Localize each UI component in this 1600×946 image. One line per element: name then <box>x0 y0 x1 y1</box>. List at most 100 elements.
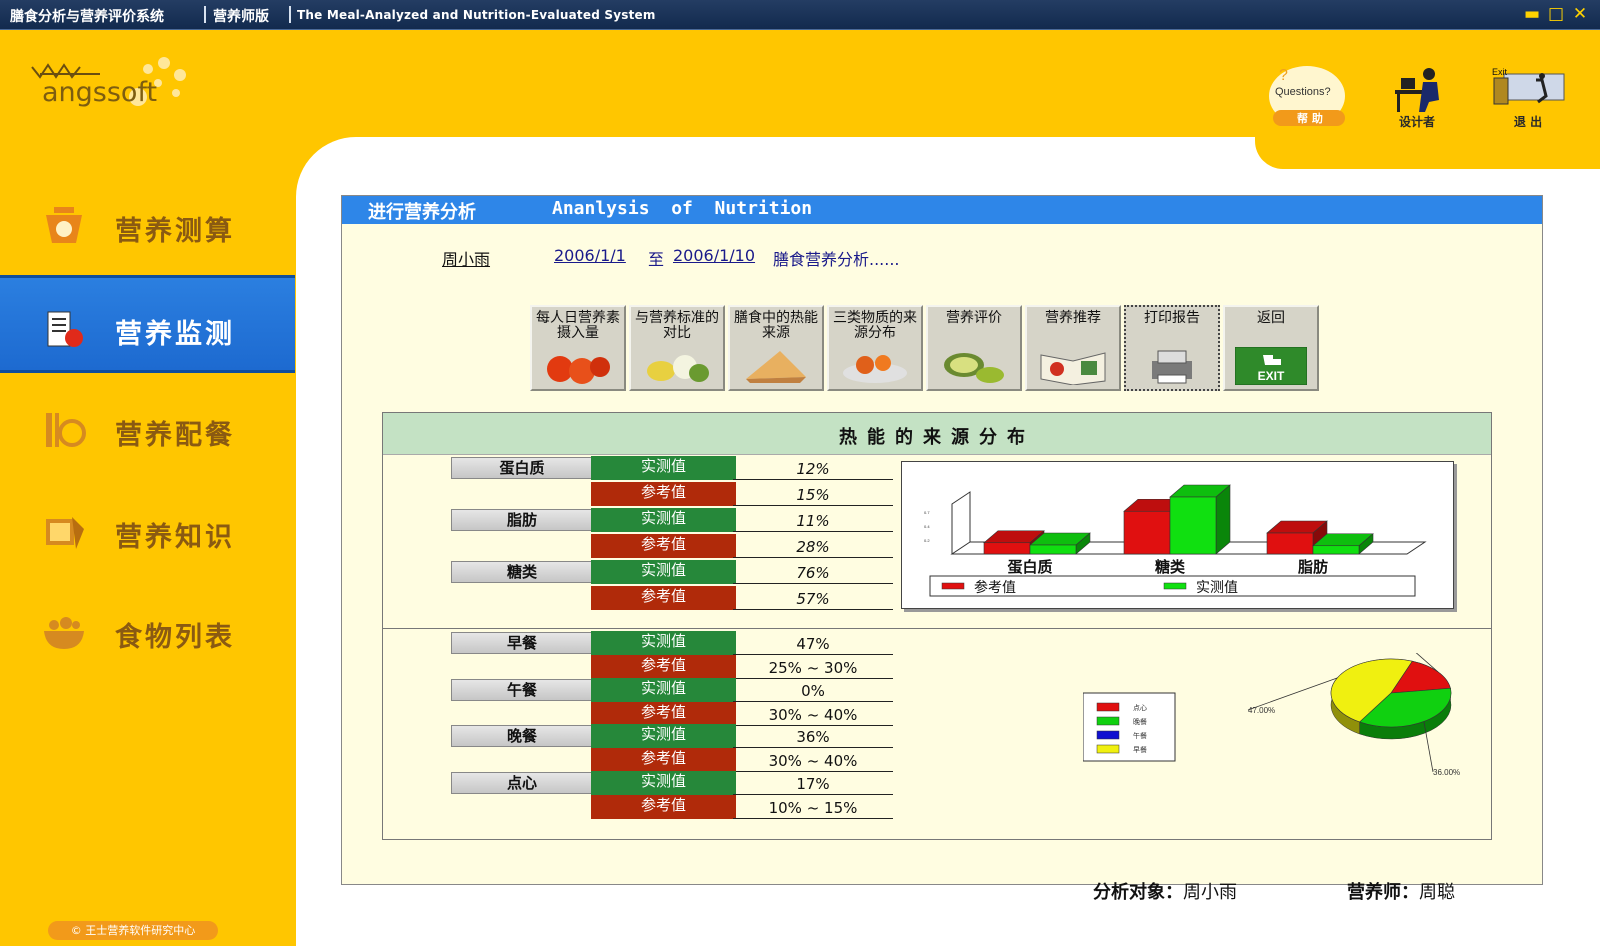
date-to-link[interactable]: 2006/1/10 <box>673 246 755 265</box>
x-tick-label: 蛋白质 <box>1007 558 1052 576</box>
standard-compare-button[interactable]: 与营养标准的对比 <box>629 305 725 391</box>
measured-tag: 实测值 <box>591 508 736 532</box>
data-label: 36.00% <box>1433 768 1460 777</box>
three-nutrient-button[interactable]: 三类物质的来源分布 <box>827 305 923 391</box>
bar <box>1169 496 1217 555</box>
reference-tag: 参考值 <box>591 655 736 679</box>
maximize-icon[interactable]: □ <box>1545 3 1567 25</box>
sidebar-item-monitoring[interactable]: 营养监测 <box>0 275 295 373</box>
print-report-button[interactable]: 打印报告 <box>1124 305 1220 391</box>
recipe-book-icon <box>1040 352 1106 385</box>
person-link[interactable]: 周小雨 <box>442 246 490 270</box>
sidebar-item-label: 营养测算 <box>115 216 235 247</box>
measured-tag: 实测值 <box>591 456 736 480</box>
reference-value: 15% <box>733 482 893 506</box>
sidebar: 营养测算 营养监测 营养配餐 营养知识 食物列表 <box>0 175 295 946</box>
button-label: 三类物质的来源分布 <box>833 310 917 341</box>
clipboard-apple-icon <box>47 311 83 347</box>
legend-swatch <box>1096 744 1120 754</box>
exit-label: 退 出 <box>1513 115 1543 129</box>
sidebar-item-meal-planning[interactable]: 营养配餐 <box>0 379 295 477</box>
subject-info: 分析对象：周小雨 <box>1093 878 1237 904</box>
minimize-icon[interactable]: ▬ <box>1521 3 1543 25</box>
data-label: 47.00% <box>1248 706 1275 715</box>
legend-swatch <box>941 582 965 590</box>
printer-icon <box>1152 350 1192 384</box>
designer-button[interactable]: 设计者 <box>1367 62 1467 130</box>
shrimp-plate-icon <box>843 355 907 383</box>
button-label: 膳食中的热能来源 <box>734 310 818 341</box>
sidebar-item-food-list[interactable]: 食物列表 <box>0 581 295 679</box>
measured-value: 0% <box>733 678 893 702</box>
reference-tag: 参考值 <box>591 702 736 726</box>
row-label: 点心 <box>451 772 593 794</box>
designer-icon <box>1395 68 1439 112</box>
measured-value: 12% <box>733 456 893 480</box>
row-label: 糖类 <box>451 561 593 583</box>
row-label: 脂肪 <box>451 509 593 531</box>
meal-pie-chart: 点心晚餐午餐早餐 17.00% 36.00% 47.00% <box>1082 646 1503 833</box>
panel-header: 进行营养分析 Ananlysis of Nutrition <box>342 196 1542 224</box>
reference-tag: 参考值 <box>591 482 736 506</box>
reference-tag: 参考值 <box>591 795 736 819</box>
sidebar-item-label: 营养监测 <box>115 319 235 350</box>
svg-text:Exit: Exit <box>1492 67 1508 77</box>
y-tick-label: 0.4 <box>924 524 930 529</box>
bar <box>1029 544 1077 555</box>
daily-intake-button[interactable]: 每人日营养素摄入量 <box>530 305 626 391</box>
bar <box>1123 510 1171 555</box>
date-from-link[interactable]: 2006/1/1 <box>554 246 626 265</box>
stats-header: 热能的来源分布 <box>383 413 1491 455</box>
return-button[interactable]: 返回 EXIT <box>1223 305 1319 391</box>
nutrition-recommend-button[interactable]: 营养推荐 <box>1025 305 1121 391</box>
sidebar-item-calculation[interactable]: 营养测算 <box>0 175 295 273</box>
bar <box>1266 532 1314 555</box>
reference-tag: 参考值 <box>591 748 736 772</box>
bar <box>1312 545 1360 555</box>
sidebar-item-knowledge[interactable]: 营养知识 <box>0 481 295 579</box>
reference-value: 30% ~ 40% <box>733 748 893 772</box>
tomatoes-icon <box>547 356 610 384</box>
exit-button[interactable]: Exit 退 出 <box>1478 62 1578 130</box>
book-icon <box>46 517 84 549</box>
title-separator <box>289 6 291 23</box>
to-label: 至 <box>648 250 665 269</box>
legend-swatch <box>1096 716 1120 726</box>
card-tab-notch <box>1255 137 1600 169</box>
reference-value: 28% <box>733 534 893 558</box>
help-button[interactable]: Questions? ? 帮 助 <box>1263 62 1363 130</box>
row-label: 晚餐 <box>451 725 593 747</box>
energy-distribution-box: 热能的来源分布 蛋白质 实测值 12% 参考值 15% 脂肪 实测值 11% 参… <box>382 412 1492 840</box>
legend-label: 参考值 <box>974 579 1016 596</box>
energy-source-button[interactable]: 膳食中的热能来源 <box>728 305 824 391</box>
food-bowl-icon <box>44 617 84 649</box>
title-bar: 膳食分析与营养评价系统 营养师版 The Meal-Analyzed and N… <box>0 0 1600 30</box>
measured-tag: 实测值 <box>591 631 736 655</box>
avocado-kiwi-icon <box>944 353 1004 383</box>
energy-bar-chart: 0.7 0.4 0.2 蛋白质 糖类 脂肪 参考值 实测值 <box>901 461 1454 609</box>
reference-tag: 参考值 <box>591 586 736 610</box>
section-divider <box>383 628 1491 629</box>
legend-swatch <box>1096 730 1120 740</box>
app-title: 膳食分析与营养评价系统 <box>10 9 164 25</box>
close-icon[interactable]: ✕ <box>1569 3 1591 25</box>
subject-label: 分析对象： <box>1093 882 1183 903</box>
svg-text:帮 助: 帮 助 <box>1297 111 1323 125</box>
vegetables-icon <box>647 355 709 382</box>
legend-swatch <box>1163 582 1187 590</box>
legend-label: 点心 <box>1133 704 1147 712</box>
measured-value: 76% <box>733 560 893 584</box>
bar-side <box>1215 484 1231 555</box>
legend-label: 午餐 <box>1133 731 1147 740</box>
panel-title-zh: 进行营养分析 <box>368 202 476 223</box>
bar-chart-svg: 0.7 0.4 0.2 蛋白质 糖类 脂肪参考值 实测值 <box>924 484 1427 597</box>
measured-value: 47% <box>733 631 893 655</box>
nutrition-evaluation-button[interactable]: 营养评价 <box>926 305 1022 391</box>
stats-title: 热能的来源分布 <box>839 427 1035 448</box>
english-title: The Meal-Analyzed and Nutrition-Evaluate… <box>297 8 656 22</box>
measured-tag: 实测值 <box>591 560 736 584</box>
measured-tag: 实测值 <box>591 771 736 795</box>
legend-label: 实测值 <box>1196 580 1238 596</box>
scale-icon <box>46 207 82 243</box>
row-label: 蛋白质 <box>451 457 593 479</box>
